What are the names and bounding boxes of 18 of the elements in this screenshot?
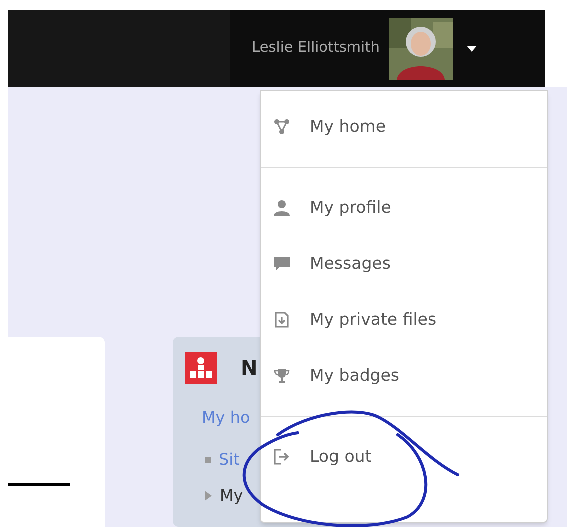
block-title: N bbox=[241, 355, 258, 382]
menu-item[interactable]: My profile bbox=[261, 186, 547, 230]
menu-item[interactable]: Messages bbox=[261, 242, 547, 286]
file-download-icon bbox=[273, 311, 291, 329]
speech-bubble-icon bbox=[273, 255, 291, 273]
tree-item[interactable]: My bbox=[220, 484, 244, 508]
hierarchy-icon bbox=[185, 352, 217, 384]
menu-item[interactable]: My badges bbox=[261, 354, 547, 398]
sign-out-icon bbox=[273, 448, 291, 466]
menu-item[interactable]: Log out bbox=[261, 435, 547, 479]
menu-item[interactable]: My private files bbox=[261, 298, 547, 342]
trophy-icon bbox=[273, 367, 291, 385]
menu-item[interactable]: My home bbox=[261, 105, 547, 149]
network-icon bbox=[273, 118, 291, 136]
caret-icon[interactable] bbox=[466, 46, 477, 52]
user-name[interactable]: Leslie Elliottsmith bbox=[252, 38, 380, 60]
bullet-icon bbox=[205, 457, 211, 463]
user-icon bbox=[273, 199, 291, 217]
